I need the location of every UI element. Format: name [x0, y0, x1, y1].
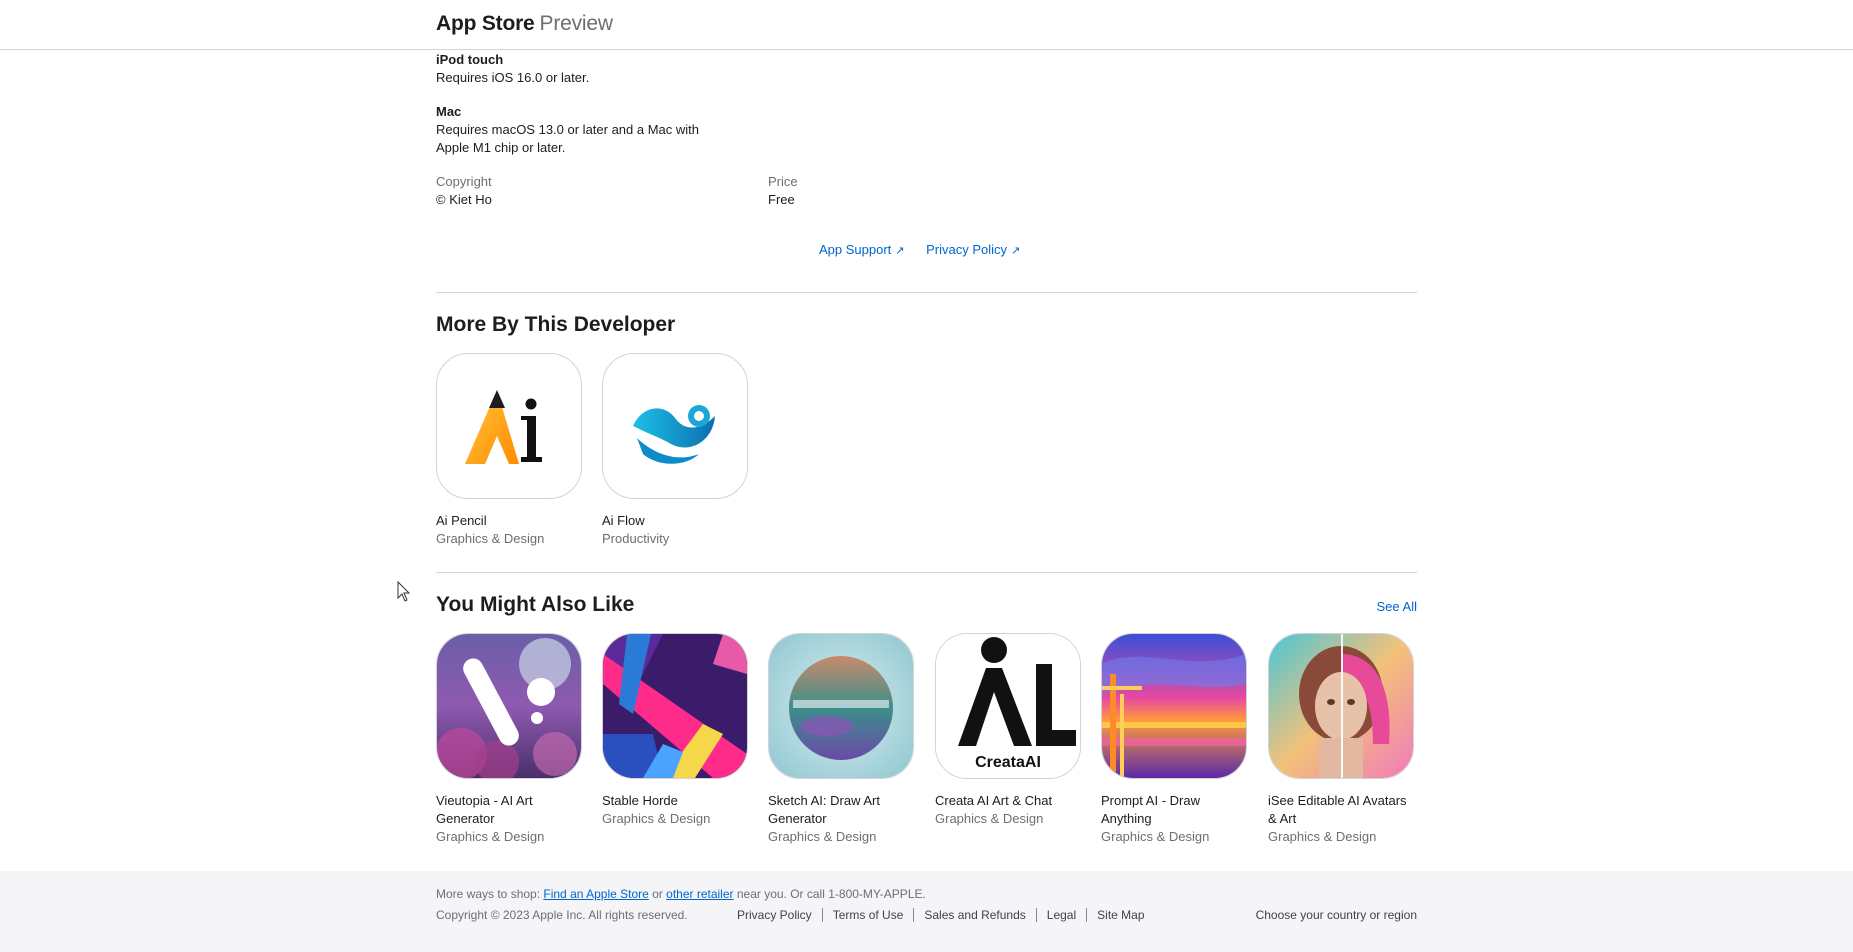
price-label: Price [768, 174, 798, 189]
mac-requirement-line-1: Requires macOS 13.0 or later and a Mac w… [436, 122, 700, 137]
footer-legal-links: Privacy Policy Terms of Use Sales and Refu… [737, 908, 1155, 922]
isee-app-icon[interactable] [1268, 633, 1414, 779]
ipod-requirement: Requires iOS 16.0 or later. [436, 70, 590, 85]
section-divider [436, 572, 1417, 573]
app-card-vieutopia[interactable]: Vieutopia - AI Art Generator Graphics & … [436, 633, 582, 846]
external-arrow-icon: ↗ [1011, 245, 1021, 257]
footer-privacy-policy-link[interactable]: Privacy Policy [737, 908, 822, 922]
app-card-stable-horde[interactable]: Stable Horde Graphics & Design [602, 633, 748, 828]
copyright-label: Copyright [436, 174, 492, 189]
app-name-line-2: Generator [436, 811, 495, 826]
app-category: Graphics & Design [768, 829, 877, 844]
app-name-line-1: Creata AI Art & Chat [935, 793, 1053, 808]
app-category: Productivity [602, 531, 670, 546]
app-support-link[interactable]: App Support ↗ [819, 242, 905, 257]
footer-copyright: Copyright © 2023 Apple Inc. All rights r… [436, 908, 688, 922]
app-category: Graphics & Design [602, 811, 711, 826]
app-card-creata-ai[interactable]: CreataAI Creata AI Art & Chat Graphics &… [935, 633, 1081, 828]
creata-ai-app-icon[interactable]: CreataAI [935, 633, 1081, 779]
compatibility-mac: Mac Requires macOS 13.0 or later and a M… [436, 103, 699, 157]
brand-name: App Store [436, 12, 535, 35]
external-arrow-icon: ↗ [895, 245, 905, 257]
app-name-line-1: Stable Horde [602, 793, 678, 808]
app-name-line-2: & Art [1268, 811, 1297, 826]
privacy-policy-label: Privacy Policy [926, 242, 1008, 257]
top-navigation-bar: App Store Preview [0, 0, 1853, 50]
footer-shop-suffix: near you. Or call 1-800-MY-APPLE. [733, 887, 926, 901]
find-apple-store-link[interactable]: Find an Apple Store [543, 887, 648, 901]
footer-shop-line: More ways to shop: Find an Apple Store o… [436, 887, 926, 901]
app-name: Ai Flow [602, 513, 645, 528]
page-footer: More ways to shop: Find an Apple Store o… [0, 871, 1853, 952]
more-by-developer-title: More By This Developer [436, 313, 676, 336]
app-category: Graphics & Design [436, 531, 545, 546]
footer-legal-link[interactable]: Legal [1035, 908, 1087, 922]
ipod-title: iPod touch [436, 52, 504, 67]
ai-flow-app-icon[interactable] [602, 353, 748, 499]
app-name-line-1: Prompt AI - Draw [1101, 793, 1200, 808]
mac-requirement-line-2: Apple M1 chip or later. [436, 140, 566, 155]
price-info: Price Free [768, 173, 798, 209]
compatibility-ipod: iPod touch Requires iOS 16.0 or later. [436, 51, 589, 87]
footer-shop-prefix: More ways to shop: [436, 887, 544, 901]
app-card-ai-flow[interactable]: Ai Flow Productivity [602, 353, 748, 548]
app-links: App Support ↗ Privacy Policy ↗ [819, 242, 1038, 257]
ai-pencil-app-icon[interactable] [436, 353, 582, 499]
price-value: Free [768, 192, 795, 207]
footer-terms-of-use-link[interactable]: Terms of Use [821, 908, 914, 922]
app-category: Graphics & Design [1268, 829, 1377, 844]
choose-country-region-link[interactable]: Choose your country or region [1256, 908, 1417, 922]
vieutopia-app-icon[interactable] [436, 633, 582, 779]
mac-title: Mac [436, 104, 462, 119]
app-card-sketch-ai[interactable]: Sketch AI: Draw Art Generator Graphics &… [768, 633, 914, 846]
copyright-info: Copyright © Kiet Ho [436, 173, 492, 209]
app-card-isee[interactable]: iSee Editable AI Avatars & Art Graphics … [1268, 633, 1414, 846]
copyright-value: © Kiet Ho [436, 192, 492, 207]
footer-sales-refunds-link[interactable]: Sales and Refunds [913, 908, 1036, 922]
app-name: Ai Pencil [436, 513, 487, 528]
app-card-prompt-ai[interactable]: Prompt AI - Draw Anything Graphics & Des… [1101, 633, 1247, 846]
app-name-line-1: iSee Editable AI Avatars [1268, 793, 1407, 808]
app-store-preview-logo[interactable]: App Store Preview [436, 12, 613, 36]
other-retailer-link[interactable]: other retailer [666, 887, 733, 901]
you-might-also-like-title: You Might Also Like [436, 593, 635, 616]
privacy-policy-link[interactable]: Privacy Policy ↗ [926, 242, 1020, 257]
app-name-line-1: Sketch AI: Draw Art [768, 793, 880, 808]
footer-or: or [648, 887, 667, 901]
app-category: Graphics & Design [935, 811, 1044, 826]
app-card-ai-pencil[interactable]: Ai Pencil Graphics & Design [436, 353, 582, 548]
section-divider [436, 292, 1417, 293]
app-name-line-2: Generator [768, 811, 827, 826]
mouse-cursor-icon [397, 581, 411, 602]
app-name-line-2: Anything [1101, 811, 1152, 826]
footer-site-map-link[interactable]: Site Map [1086, 908, 1155, 922]
app-category: Graphics & Design [1101, 829, 1210, 844]
app-support-label: App Support [819, 242, 892, 257]
stable-horde-app-icon[interactable] [602, 633, 748, 779]
brand-subtitle: Preview [539, 12, 613, 35]
see-all-link[interactable]: See All [1377, 599, 1417, 614]
sketch-ai-app-icon[interactable] [768, 633, 914, 779]
app-category: Graphics & Design [436, 829, 545, 844]
prompt-ai-app-icon[interactable] [1101, 633, 1247, 779]
creata-ai-icon-wordmark: CreataAI [975, 754, 1041, 771]
app-name-line-1: Vieutopia - AI Art [436, 793, 533, 808]
